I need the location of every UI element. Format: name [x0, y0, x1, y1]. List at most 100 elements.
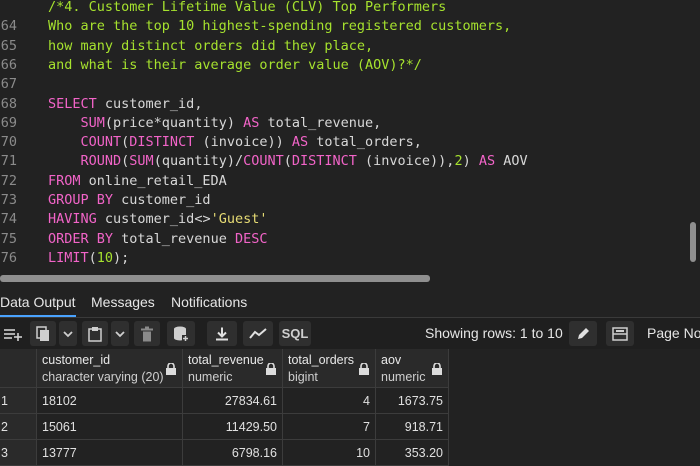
code-token: );: [113, 249, 130, 266]
table-row[interactable]: 2 15061 11429.50 7 918.71: [0, 414, 700, 440]
code-line[interactable]: 67: [0, 75, 690, 94]
code-line[interactable]: 74 HAVING customer_id<>'Guest': [0, 210, 690, 229]
code-line[interactable]: 72 FROM online_retail_EDA: [0, 172, 690, 191]
add-row-button[interactable]: [0, 321, 26, 346]
code-line[interactable]: 76 LIMIT(10);: [0, 249, 690, 268]
output-tabs: Data Output Messages Notifications: [0, 287, 700, 318]
page-number-label: Page No: [647, 325, 700, 341]
cell-total-revenue[interactable]: 27834.61: [183, 388, 283, 414]
code-text[interactable]: and what is their average order value (A…: [48, 56, 422, 75]
code-line[interactable]: /*4. Customer Lifetime Value (CLV) Top P…: [0, 0, 690, 17]
code-text[interactable]: HAVING customer_id<>'Guest': [48, 210, 267, 229]
code-line[interactable]: 75 ORDER BY total_revenue DESC: [0, 230, 690, 249]
code-token: HAVING: [48, 211, 97, 228]
code-token: LIMIT: [48, 249, 89, 266]
cell-customer-id[interactable]: 13777: [37, 440, 183, 466]
code-text[interactable]: how many distinct orders did they place,: [48, 37, 373, 56]
line-number: 74: [0, 211, 17, 228]
paste-options-dropdown[interactable]: [111, 321, 129, 346]
cell-total-orders[interactable]: 10: [283, 440, 376, 466]
row-number[interactable]: 3: [0, 440, 37, 466]
code-token: COUNT: [80, 134, 122, 151]
line-number: 67: [0, 76, 17, 93]
sql-editor[interactable]: /*4. Customer Lifetime Value (CLV) Top P…: [0, 0, 700, 271]
code-line[interactable]: 71 ROUND(SUM(quantity)/COUNT(DISTINCT (i…: [0, 152, 690, 171]
delete-button[interactable]: [134, 321, 160, 346]
line-number: 75: [0, 230, 17, 247]
code-line[interactable]: 65 how many distinct orders did they plac…: [0, 37, 690, 56]
code-text[interactable]: SUM(price*quantity) AS total_revenue,: [48, 114, 382, 133]
copy-button[interactable]: [30, 321, 56, 346]
cell-total-revenue[interactable]: 6798.16: [183, 440, 283, 466]
code-token: SUM: [80, 114, 105, 131]
paste-button[interactable]: [82, 321, 108, 346]
chevron-down-icon: [63, 330, 73, 337]
download-button[interactable]: [207, 321, 237, 346]
code-text[interactable]: LIMIT(10);: [48, 249, 129, 268]
column-name: total_revenue: [188, 353, 264, 367]
code-token: AS: [478, 153, 496, 170]
code-line[interactable]: 66 and what is their average order value …: [0, 56, 690, 75]
editor-horizontal-scrollbar[interactable]: [0, 275, 430, 282]
save-data-button[interactable]: [167, 321, 195, 346]
code-text[interactable]: ORDER BY total_revenue DESC: [48, 230, 267, 249]
row-number[interactable]: 1: [0, 388, 37, 414]
row-number[interactable]: 2: [0, 414, 37, 440]
editor-vertical-scrollbar[interactable]: [690, 222, 696, 262]
line-number: 69: [0, 114, 17, 131]
tab-data-output[interactable]: Data Output: [0, 287, 76, 317]
line-number: 76: [0, 249, 17, 266]
code-text[interactable]: SELECT customer_id,: [48, 95, 202, 114]
column-header-aov[interactable]: aov numeric: [376, 349, 449, 388]
code-line[interactable]: 70 COUNT(DISTINCT (invoice)) AS total_or…: [0, 133, 690, 152]
table-row[interactable]: 1 18102 27834.61 4 1673.75: [0, 388, 700, 414]
cell-total-revenue[interactable]: 11429.50: [183, 414, 283, 440]
cell-total-orders[interactable]: 4: [283, 388, 376, 414]
page-icon: [612, 326, 628, 341]
column-header-total-orders[interactable]: total_orders bigint: [283, 349, 376, 388]
column-header-total-revenue[interactable]: total_revenue numeric: [183, 349, 283, 388]
lock-icon: [266, 363, 276, 375]
code-line[interactable]: 73 GROUP BY customer_id: [0, 191, 690, 210]
cell-aov[interactable]: 1673.75: [376, 388, 449, 414]
column-name: customer_id: [42, 353, 111, 367]
table-row[interactable]: 3 13777 6798.16 10 353.20: [0, 440, 700, 466]
code-token: DISTINCT: [291, 153, 357, 170]
code-token: customer_id: [113, 192, 211, 208]
code-token: 10: [96, 249, 114, 266]
column-header-customer-id[interactable]: customer_id character varying (20): [37, 349, 183, 388]
cell-customer-id[interactable]: 15061: [37, 414, 183, 440]
code-text[interactable]: GROUP BY customer_id: [48, 191, 211, 210]
code-token: AOV: [495, 153, 528, 170]
cell-customer-id[interactable]: 18102: [37, 388, 183, 414]
tab-messages[interactable]: Messages: [91, 287, 155, 317]
code-token: how many distinct orders did they place,: [48, 37, 374, 54]
line-chart-icon: [249, 327, 267, 339]
sql-button[interactable]: SQL: [279, 321, 311, 346]
tab-notifications[interactable]: Notifications: [171, 287, 247, 317]
cell-aov[interactable]: 353.20: [376, 440, 449, 466]
code-line[interactable]: 64 Who are the top 10 highest-spending re…: [0, 17, 690, 36]
code-line[interactable]: 68 SELECT customer_id,: [0, 95, 690, 114]
code-token: customer_id<>: [96, 211, 211, 228]
row-number-header: [0, 349, 37, 388]
code-text[interactable]: FROM online_retail_EDA: [48, 172, 227, 191]
code-text[interactable]: COUNT(DISTINCT (invoice)) AS total_order…: [48, 133, 422, 152]
code-text[interactable]: Who are the top 10 highest-spending regi…: [48, 17, 511, 36]
download-icon: [216, 327, 228, 340]
column-type: bigint: [288, 370, 318, 384]
edit-rows-button[interactable]: [569, 321, 597, 346]
code-text[interactable]: ROUND(SUM(quantity)/COUNT(DISTINCT (invo…: [48, 152, 528, 171]
code-token: total_revenue: [113, 230, 235, 247]
cell-aov[interactable]: 918.71: [376, 414, 449, 440]
code-token: (invoice)),: [356, 153, 455, 170]
graph-visualiser-button[interactable]: [243, 321, 273, 346]
code-token: total_orders,: [308, 134, 422, 151]
copy-options-dropdown[interactable]: [59, 321, 77, 346]
code-text[interactable]: /*4. Customer Lifetime Value (CLV) Top P…: [48, 0, 446, 17]
cell-total-orders[interactable]: 7: [283, 414, 376, 440]
pagination-button[interactable]: [606, 321, 634, 346]
column-type: numeric: [188, 370, 233, 384]
code-line[interactable]: 69 SUM(price*quantity) AS total_revenue,: [0, 114, 690, 133]
column-type: character varying (20): [42, 370, 164, 384]
